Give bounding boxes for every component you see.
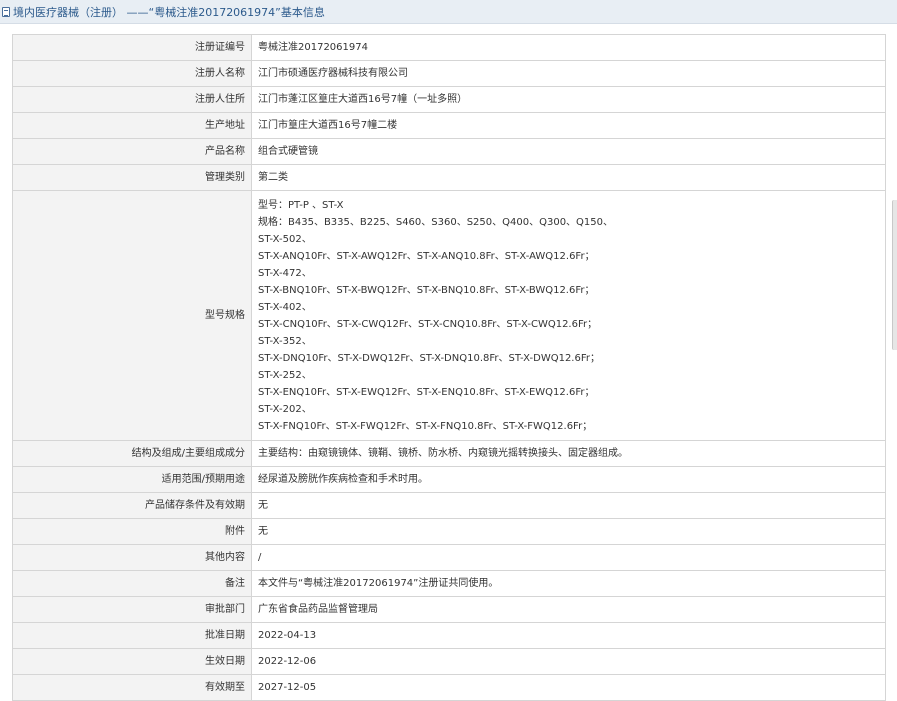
field-label: 产品储存条件及有效期 [12,492,252,519]
page-header: 境内医疗器械（注册） ——“粤械注准20172061974”基本信息 [0,0,897,24]
table-row-registrant-name: 注册人名称 江门市硕通医疗器械科技有限公司 [12,60,886,87]
spec-line: ST-X-ENQ10Fr、ST-X-EWQ12Fr、ST-X-ENQ10.8Fr… [258,386,595,398]
table-row-management-category: 管理类别 第二类 [12,164,886,191]
field-label: 适用范围/预期用途 [12,466,252,493]
field-value: 无 [251,518,886,545]
field-value: 江门市硕通医疗器械科技有限公司 [251,60,886,87]
field-label: 生产地址 [12,112,252,139]
table-row-remarks: 备注 本文件与“粤械注准20172061974”注册证共同使用。 [12,570,886,597]
table-row-intended-use: 适用范围/预期用途 经尿道及膀胱作疾病检查和手术时用。 [12,466,886,493]
table-row-production-address: 生产地址 江门市篁庄大道西16号7幢二楼 [12,112,886,139]
scrollbar-thumb[interactable] [892,200,897,350]
field-value: 组合式硬管镜 [251,138,886,165]
spec-line: 规格：B435、B335、B225、S460、S360、S250、Q400、Q3… [258,216,614,228]
field-label: 管理类别 [12,164,252,191]
field-value: 经尿道及膀胱作疾病检查和手术时用。 [251,466,886,493]
field-label: 批准日期 [12,622,252,649]
field-label: 注册人名称 [12,60,252,87]
document-icon [2,6,10,17]
field-value: 2022-12-06 [251,648,886,675]
field-value: 本文件与“粤械注准20172061974”注册证共同使用。 [251,570,886,597]
spec-line: ST-X-ANQ10Fr、ST-X-AWQ12Fr、ST-X-ANQ10.8Fr… [258,250,595,262]
table-row-registrant-address: 注册人住所 江门市蓬江区篁庄大道西16号7幢（一址多照） [12,86,886,113]
page-title: 境内医疗器械（注册） ——“粤械注准20172061974”基本信息 [13,5,325,19]
table-row-expiry-date: 有效期至 2027-12-05 [12,674,886,701]
field-label: 结构及组成/主要组成成分 [12,440,252,467]
spec-line: ST-X-FNQ10Fr、ST-X-FWQ12Fr、ST-X-FNQ10.8Fr… [258,420,593,432]
field-label: 其他内容 [12,544,252,571]
field-value: 第二类 [251,164,886,191]
table-row-approval-department: 审批部门 广东省食品药品监督管理局 [12,596,886,623]
spec-line: ST-X-BNQ10Fr、ST-X-BWQ12Fr、ST-X-BNQ10.8Fr… [258,284,595,296]
spec-line: ST-X-DNQ10Fr、ST-X-DWQ12Fr、ST-X-DNQ10.8Fr… [258,352,600,364]
field-value: / [251,544,886,571]
field-label: 注册人住所 [12,86,252,113]
table-row-effective-date: 生效日期 2022-12-06 [12,648,886,675]
spec-line: ST-X-402、 [258,301,312,313]
spec-line: ST-X-252、 [258,369,312,381]
field-value: 2027-12-05 [251,674,886,701]
field-label: 附件 [12,518,252,545]
table-row-product-name: 产品名称 组合式硬管镜 [12,138,886,165]
spec-line: ST-X-CNQ10Fr、ST-X-CWQ12Fr、ST-X-CNQ10.8Fr… [258,318,598,330]
field-label: 备注 [12,570,252,597]
field-label: 产品名称 [12,138,252,165]
field-label: 有效期至 [12,674,252,701]
spec-line: ST-X-202、 [258,403,312,415]
table-row-attachment: 附件 无 [12,518,886,545]
field-value: 广东省食品药品监督管理局 [251,596,886,623]
field-label: 生效日期 [12,648,252,675]
spec-line: 型号：PT-P 、ST-X [258,199,344,211]
model-spec-value: 型号：PT-P 、ST-X 规格：B435、B335、B225、S460、S36… [251,190,886,441]
table-row-storage: 产品储存条件及有效期 无 [12,492,886,519]
field-value: 粤械注准20172061974 [251,34,886,61]
field-value: 江门市篁庄大道西16号7幢二楼 [251,112,886,139]
registration-info-table: 注册证编号 粤械注准20172061974 注册人名称 江门市硕通医疗器械科技有… [12,34,886,701]
table-row-model-spec: 型号规格 型号：PT-P 、ST-X 规格：B435、B335、B225、S46… [12,190,886,441]
spec-line: ST-X-472、 [258,267,312,279]
field-value: 无 [251,492,886,519]
table-row-approval-date: 批准日期 2022-04-13 [12,622,886,649]
spec-line: ST-X-502、 [258,233,312,245]
table-row-structure: 结构及组成/主要组成成分 主要结构：由窥镜镜体、镜鞘、镜桥、防水桥、内窥镜光摇转… [12,440,886,467]
field-value: 江门市蓬江区篁庄大道西16号7幢（一址多照） [251,86,886,113]
spec-line: ST-X-352、 [258,335,312,347]
table-row-other: 其他内容 / [12,544,886,571]
field-label: 审批部门 [12,596,252,623]
field-value: 2022-04-13 [251,622,886,649]
field-label: 型号规格 [12,190,252,441]
field-label: 注册证编号 [12,34,252,61]
table-row-registration-number: 注册证编号 粤械注准20172061974 [12,34,886,61]
field-value: 主要结构：由窥镜镜体、镜鞘、镜桥、防水桥、内窥镜光摇转换接头、固定器组成。 [251,440,886,467]
